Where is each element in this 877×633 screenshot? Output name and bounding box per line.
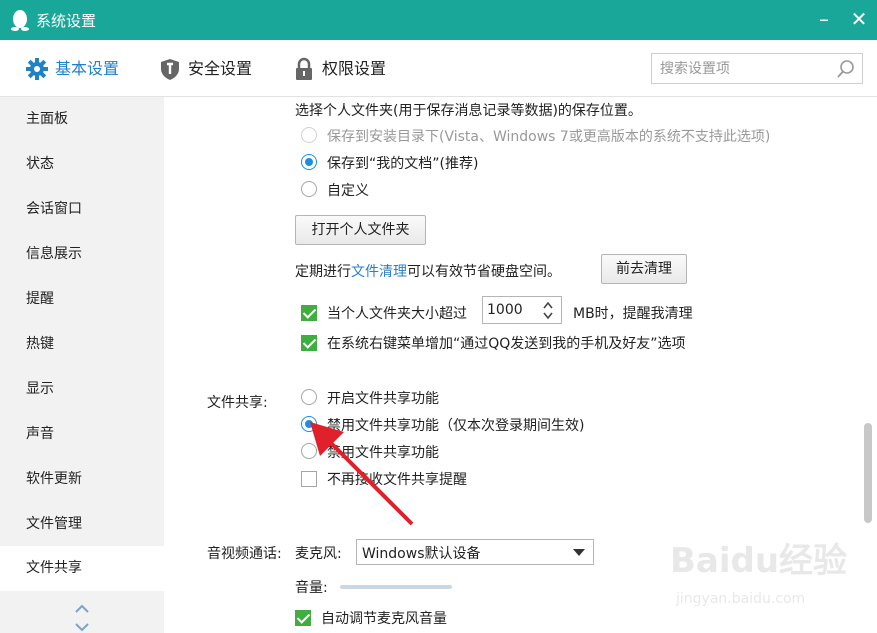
size-reminder-label: 当个人文件夹大小超过 — [327, 306, 467, 322]
radio-my-documents-label: 保存到“我的文档”(推荐) — [327, 156, 479, 172]
volume-label: 音量: — [295, 580, 328, 596]
sidebar-item-file-management[interactable]: 文件管理 — [0, 502, 164, 547]
radio-disable-sharing[interactable] — [301, 443, 317, 459]
search-input[interactable] — [660, 58, 830, 80]
auto-adjust-mic-label: 自动调节麦克风音量 — [321, 611, 447, 627]
radio-custom[interactable] — [301, 181, 317, 197]
microphone-select-value: Windows默认设备 — [362, 546, 481, 562]
sidebar-item-sound[interactable]: 声音 — [0, 412, 164, 457]
file-sharing-section-label: 文件共享: — [207, 395, 268, 411]
sidebar-item-chat-window[interactable]: 会话窗口 — [0, 187, 164, 232]
radio-disable-sharing-session[interactable] — [301, 416, 317, 432]
sidebar-item-status[interactable]: 状态 — [0, 142, 164, 187]
stepper-down-icon[interactable] — [541, 312, 555, 320]
sidebar-item-display[interactable]: 显示 — [0, 367, 164, 412]
content-scrollbar[interactable] — [864, 423, 872, 523]
auto-adjust-mic-checkbox[interactable] — [295, 610, 311, 626]
window-title: 系统设置 — [36, 12, 97, 30]
sidebar-scroll-arrows-icon[interactable] — [74, 604, 90, 632]
chevron-down-icon — [573, 549, 585, 556]
context-menu-label: 在系统右键菜单增加“通过QQ发送到我的手机及好友”选项 — [327, 336, 686, 352]
lock-icon — [296, 57, 312, 80]
cleanup-description: 定期进行文件清理可以有效节省硬盘空间。 — [295, 261, 561, 281]
sidebar-item-info-display[interactable]: 信息展示 — [0, 232, 164, 277]
radio-install-dir[interactable] — [301, 127, 317, 143]
cleanup-text-after: 可以有效节省硬盘空间。 — [407, 264, 561, 280]
no-reminder-label: 不再接收文件共享提醒 — [327, 472, 467, 488]
size-unit-label: MB时，提醒我清理 — [573, 306, 693, 322]
radio-disable-sharing-label: 禁用文件共享功能 — [327, 445, 439, 461]
search-box — [651, 53, 863, 84]
folder-size-stepper — [482, 296, 562, 324]
gear-icon — [26, 58, 48, 80]
size-reminder-checkbox[interactable] — [301, 305, 317, 321]
sidebar-item-main-panel[interactable]: 主面板 — [0, 97, 164, 142]
minimize-button[interactable]: – — [812, 6, 836, 32]
search-icon[interactable] — [836, 59, 856, 79]
radio-enable-sharing[interactable] — [301, 389, 317, 405]
radio-my-documents[interactable] — [301, 154, 317, 170]
sidebar: 主面板 状态 会话窗口 信息展示 提醒 热键 显示 声音 软件更新 文件管理 文… — [0, 97, 164, 633]
radio-custom-label: 自定义 — [327, 183, 369, 199]
title-bar: 系统设置 – ✕ — [0, 0, 877, 40]
file-cleanup-link[interactable]: 文件清理 — [351, 264, 407, 280]
radio-install-dir-label: 保存到安装目录下(Vista、Windows 7或更高版本的系统不支持此选项) — [327, 129, 771, 145]
qq-penguin-icon — [11, 10, 29, 31]
radio-disable-sharing-session-label: 禁用文件共享功能（仅本次登录期间生效) — [327, 418, 585, 434]
tab-label: 权限设置 — [322, 59, 387, 78]
close-button[interactable]: ✕ — [846, 6, 872, 32]
cleanup-text-before: 定期进行 — [295, 264, 351, 280]
sidebar-item-software-update[interactable]: 软件更新 — [0, 457, 164, 502]
file-location-description: 选择个人文件夹(用于保存消息记录等数据)的保存位置。 — [295, 103, 642, 119]
settings-content: 选择个人文件夹(用于保存消息记录等数据)的保存位置。 保存到安装目录下(Vist… — [164, 97, 877, 633]
no-reminder-checkbox[interactable] — [301, 471, 317, 487]
volume-slider[interactable] — [340, 585, 452, 589]
microphone-select[interactable]: Windows默认设备 — [356, 539, 594, 565]
tab-label: 基本设置 — [55, 59, 120, 78]
sidebar-item-reminder[interactable]: 提醒 — [0, 277, 164, 322]
sidebar-item-file-sharing[interactable]: 文件共享 — [0, 546, 164, 591]
av-call-section-label: 音视频通话: — [207, 546, 282, 562]
microphone-label: 麦克风: — [295, 546, 342, 562]
sidebar-item-hotkeys[interactable]: 热键 — [0, 322, 164, 367]
tab-label: 安全设置 — [188, 59, 253, 78]
shield-icon — [161, 59, 179, 80]
go-cleanup-button[interactable]: 前去清理 — [601, 254, 687, 284]
open-personal-folder-button[interactable]: 打开个人文件夹 — [295, 215, 426, 245]
radio-enable-sharing-label: 开启文件共享功能 — [327, 391, 439, 407]
stepper-up-icon[interactable] — [541, 301, 555, 309]
folder-size-input[interactable] — [487, 300, 537, 320]
context-menu-checkbox[interactable] — [301, 335, 317, 351]
